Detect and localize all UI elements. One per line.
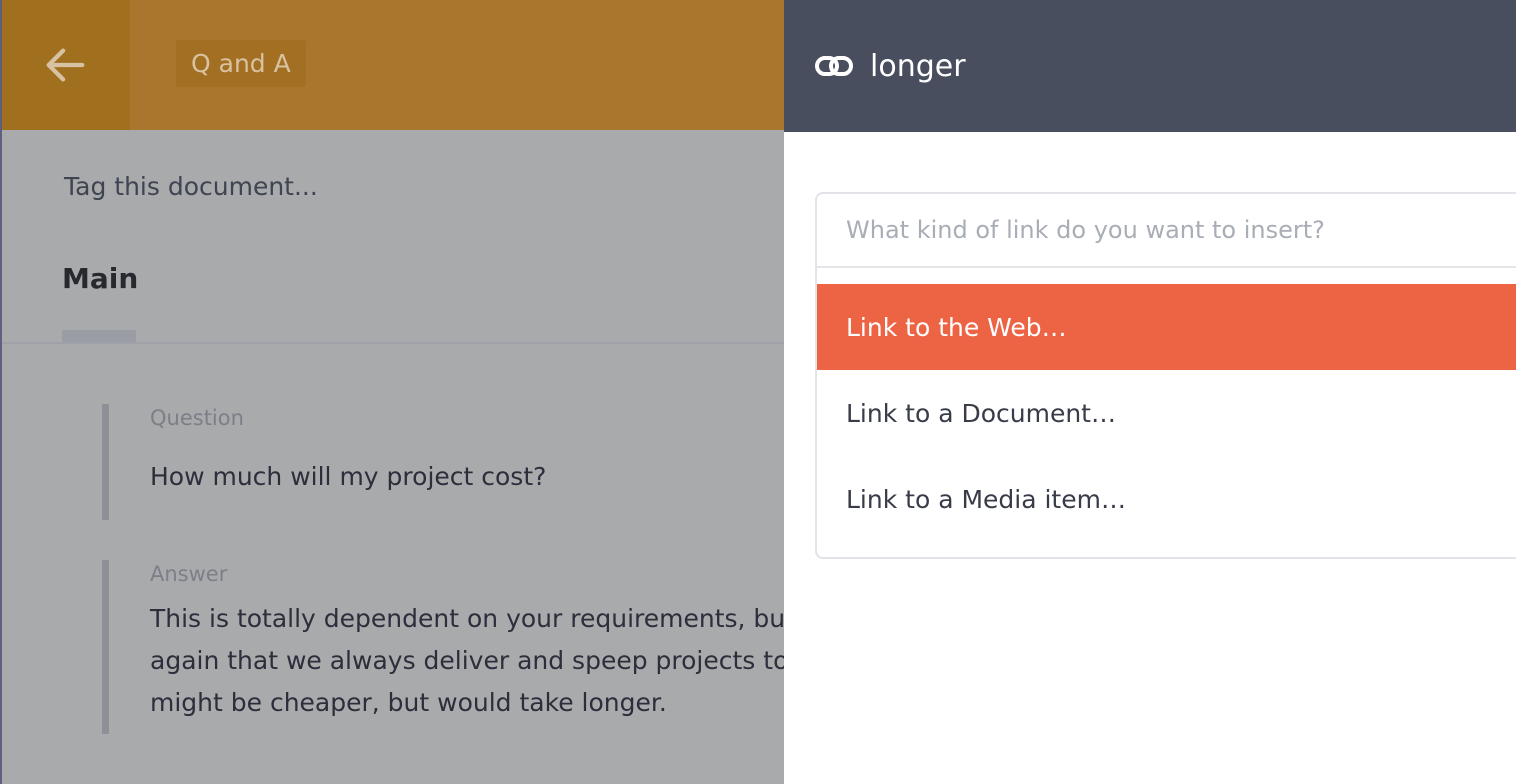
link-type-chooser: Link to the Web… Link to a Document… Lin… — [815, 192, 1516, 559]
tab-main[interactable]: Main — [62, 262, 138, 295]
tab-active-indicator — [62, 330, 136, 342]
editor-topbar: Q and A — [0, 0, 784, 130]
editor-left-edge — [0, 0, 2, 784]
link-panel-header: longer — [784, 0, 1516, 132]
link-type-search-input[interactable] — [817, 194, 1516, 268]
answer-field[interactable]: Answer This is totally dependent on your… — [102, 560, 821, 734]
arrow-left-icon — [46, 48, 85, 82]
document-title[interactable]: Q and A — [176, 40, 306, 87]
link-option-media[interactable]: Link to a Media item… — [817, 456, 1516, 542]
link-option-document[interactable]: Link to a Document… — [817, 370, 1516, 456]
link-icon — [815, 56, 853, 76]
back-button[interactable] — [0, 0, 130, 130]
link-options-list: Link to the Web… Link to a Document… Lin… — [817, 284, 1516, 542]
tab-divider — [2, 342, 784, 344]
link-panel: longer Link to the Web… Link to a Docume… — [784, 0, 1516, 784]
question-label: Question — [150, 406, 244, 430]
answer-text[interactable]: This is totally dependent on your requir… — [150, 598, 821, 724]
answer-line: again that we always deliver and speep p… — [150, 646, 821, 675]
link-panel-title: longer — [870, 48, 966, 84]
answer-label: Answer — [150, 562, 228, 586]
question-field[interactable]: Question How much will my project cost? — [102, 404, 546, 520]
editor-backdrop: Q and A Tag this document... Main Questi… — [0, 0, 821, 784]
question-text[interactable]: How much will my project cost? — [150, 456, 546, 498]
tag-document-input[interactable]: Tag this document... — [64, 172, 318, 201]
answer-line: might be cheaper, but would take longer. — [150, 688, 667, 717]
link-option-web[interactable]: Link to the Web… — [817, 284, 1516, 370]
answer-line: This is totally dependent on your requir… — [150, 604, 818, 633]
